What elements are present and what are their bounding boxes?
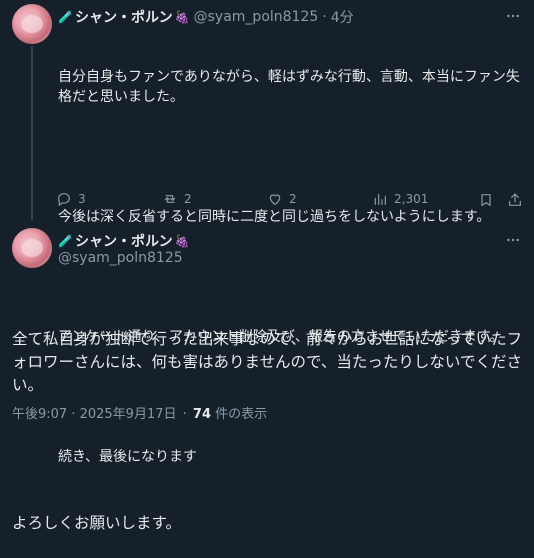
grape-emoji-icon: 🍇	[174, 10, 190, 24]
tweet-paragraph: よろしくお願いします。	[12, 514, 181, 532]
retweet-button[interactable]: 2	[162, 191, 192, 207]
views-count: 2,301	[394, 192, 429, 206]
views-number: 74	[192, 407, 212, 422]
tweet-paragraph: 自分自身もファンでありながら、軽はずみな行動、言動、本当にファン失格だと思いまし…	[58, 69, 520, 105]
more-options-button[interactable]	[505, 8, 521, 28]
tweet-paragraph: 今後は深く反省すると同時に二度と同じ過ちをしないようにします。	[58, 209, 491, 225]
grape-emoji-icon: 🍇	[174, 234, 190, 248]
reply-button[interactable]: 3	[56, 191, 86, 207]
handle[interactable]: @syam_poln8125	[58, 250, 183, 266]
retweet-icon	[164, 195, 176, 203]
tweet-timestamp[interactable]: 午後9:07 · 2025年9月17日	[12, 407, 177, 422]
avatar[interactable]	[12, 228, 52, 268]
views-label: 件の表示	[215, 407, 268, 422]
retweets-count: 2	[184, 192, 192, 206]
main-user-row: 🧪 シャン・ポルン 🍇	[58, 231, 190, 251]
tweet-meta: 午後9:07 · 2025年9月17日 · 74 件の表示	[12, 403, 267, 422]
timestamp-relative[interactable]: 4分	[331, 7, 354, 27]
views-icon	[374, 193, 386, 205]
separator-dot: ·	[182, 407, 187, 422]
like-icon	[269, 194, 281, 205]
bookmark-button[interactable]	[478, 192, 494, 212]
likes-count: 2	[289, 192, 297, 206]
handle[interactable]: @syam_poln8125	[194, 9, 319, 25]
tweet-paragraph: 全て私自身が独断で行った出来事なので、前々からお世話になっていたフォロワーさんに…	[12, 330, 523, 394]
reply-icon	[58, 193, 70, 207]
more-icon	[507, 238, 519, 242]
share-icon	[509, 193, 521, 206]
avatar[interactable]	[12, 4, 52, 44]
views-button[interactable]: 2,301	[372, 191, 428, 207]
bookmark-icon	[481, 194, 491, 206]
more-options-button[interactable]	[505, 232, 521, 252]
reply-user-row: 🧪 シャン・ポルン 🍇 @syam_poln8125 · 4分	[58, 7, 354, 27]
thread-connector-line	[31, 46, 33, 220]
more-icon	[507, 14, 519, 18]
test-tube-emoji-icon: 🧪	[58, 234, 73, 248]
separator-dot: ·	[322, 9, 327, 25]
replies-count: 3	[78, 192, 86, 206]
display-name[interactable]: シャン・ポルン	[75, 231, 173, 251]
display-name[interactable]: シャン・ポルン	[75, 7, 173, 27]
share-button[interactable]	[507, 192, 523, 212]
test-tube-emoji-icon: 🧪	[58, 10, 73, 24]
like-button[interactable]: 2	[267, 191, 297, 207]
